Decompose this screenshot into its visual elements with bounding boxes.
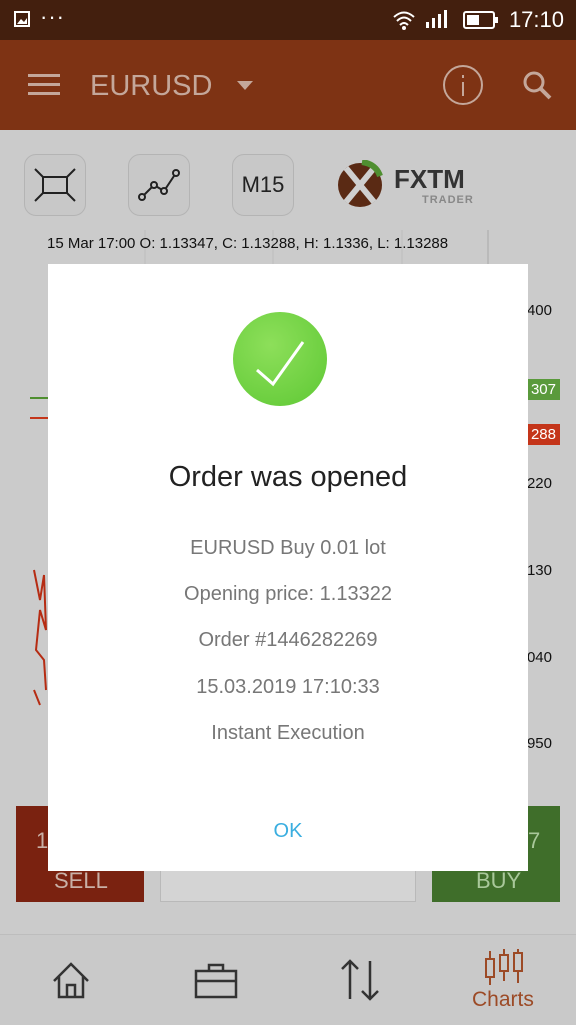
signal-icon — [426, 10, 447, 28]
wifi-icon — [393, 11, 415, 30]
price-label-3: 130 — [526, 562, 552, 579]
order-confirmation-dialog: Order was opened EURUSD Buy 0.01 lot Ope… — [48, 264, 528, 871]
status-bar: ··· 17:10 — [0, 0, 576, 40]
timeframe-button[interactable]: M15 — [232, 154, 294, 216]
sell-label: SELL — [54, 868, 108, 893]
home-icon[interactable] — [50, 959, 92, 1001]
line-chart-icon — [138, 169, 180, 201]
order-datetime: 15.03.2019 17:10:33 — [196, 676, 380, 698]
order-number: Order #1446282269 — [198, 629, 378, 651]
timeframe-label: M15 — [241, 172, 285, 197]
price-label-4: 040 — [526, 649, 552, 666]
clock: 17:10 — [508, 7, 564, 32]
brand-sub: TRADER — [422, 194, 474, 206]
crosshair-tool-button[interactable] — [24, 154, 86, 216]
battery-icon — [463, 11, 498, 29]
fxtm-logo-mark — [338, 160, 383, 207]
execution-type: Instant Execution — [211, 722, 365, 744]
nav-charts-label[interactable]: Charts — [472, 988, 534, 1012]
app-bar: EURUSD — [0, 40, 576, 130]
chevron-down-icon[interactable] — [236, 80, 254, 92]
price-label-1: 400 — [526, 302, 552, 319]
trade-arrows-icon[interactable] — [338, 957, 382, 1003]
info-icon[interactable] — [442, 64, 484, 106]
ohlc-readout: 15 Mar 17:00 O: 1.13347, C: 1.13288, H: … — [47, 235, 449, 252]
ask-price-tag: 288 — [526, 424, 560, 445]
candles-icon[interactable] — [482, 949, 526, 987]
buy-price: 7 — [528, 828, 541, 853]
order-summary: EURUSD Buy 0.01 lot — [190, 537, 386, 559]
fxtm-logo: FXTM TRADER — [336, 160, 476, 212]
symbol-selector[interactable]: EURUSD — [90, 70, 212, 103]
indicators-button[interactable] — [128, 154, 190, 216]
buy-label: BUY — [476, 868, 522, 893]
price-label-5: 950 — [526, 735, 552, 752]
brand-name: FXTM — [394, 164, 465, 194]
menu-icon[interactable] — [28, 72, 62, 98]
sell-price: 1 — [36, 828, 49, 853]
briefcase-icon[interactable] — [194, 961, 238, 1001]
opening-price: Opening price: 1.13322 — [184, 583, 392, 605]
price-label-2: 220 — [526, 475, 552, 492]
search-icon[interactable] — [522, 70, 552, 100]
dialog-title: Order was opened — [168, 461, 408, 493]
gallery-icon — [14, 11, 30, 27]
bid-price-tag: 307 — [526, 379, 560, 400]
success-check-icon — [233, 312, 327, 406]
ok-button[interactable]: OK — [258, 820, 318, 843]
checkmark-icon — [256, 341, 305, 387]
crosshair-icon — [34, 168, 76, 202]
notification-dots: ··· — [40, 4, 65, 29]
